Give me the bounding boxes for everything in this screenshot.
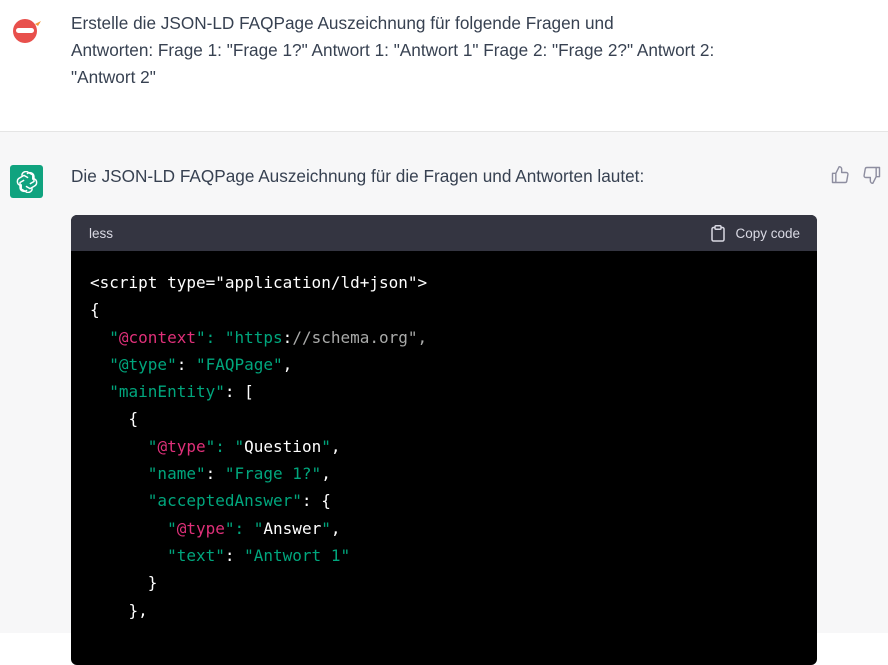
code-token: },	[90, 600, 148, 620]
code-token: "	[321, 518, 331, 538]
openai-logo-icon	[16, 170, 37, 193]
code-token: "	[147, 436, 158, 456]
thumbs-up-button[interactable]	[830, 165, 850, 185]
code-line: {	[90, 405, 817, 432]
code-token: "text"	[167, 545, 225, 565]
code-token: "Antwort 1"	[244, 545, 351, 565]
code-token: "FAQPage"	[195, 354, 283, 374]
code-token: ": "	[205, 436, 245, 456]
clipboard-icon	[711, 224, 726, 242]
code-line: }	[90, 569, 817, 596]
code-token: "acceptedAnswer"	[147, 491, 302, 511]
code-token: : [	[224, 382, 254, 402]
code-token: ,	[330, 436, 341, 456]
code-token: ": "https	[195, 327, 283, 347]
code-token: //schema.org",	[292, 327, 428, 347]
code-token: :	[176, 354, 196, 374]
code-line: },	[90, 597, 817, 624]
code-token: "@type"	[109, 354, 177, 374]
code-token: @type	[157, 436, 206, 456]
code-token: Answer	[263, 518, 322, 538]
code-line: "@type": "FAQPage",	[90, 351, 817, 378]
code-line: <script type="application/ld+json">	[90, 269, 817, 296]
code-token: <script type="application/ld+json">	[90, 273, 428, 292]
code-token: }	[90, 573, 158, 593]
code-line: {	[90, 296, 817, 323]
code-line: "name": "Frage 1?",	[90, 460, 817, 487]
code-token: {	[90, 300, 100, 320]
code-token: @type	[176, 518, 225, 538]
code-line: "text": "Antwort 1"	[90, 542, 817, 569]
code-token: :	[282, 327, 293, 347]
code-line: "mainEntity": [	[90, 378, 817, 405]
code-token: ": "	[224, 518, 264, 538]
code-token: "name"	[147, 464, 206, 484]
code-token: :	[224, 545, 245, 565]
user-message-row: Erstelle die JSON-LD FAQPage Auszeichnun…	[0, 0, 888, 132]
copy-code-label: Copy code	[735, 225, 800, 241]
code-token: @context	[118, 327, 196, 347]
code-token: {	[90, 409, 139, 429]
code-block-header: less Copy code	[71, 215, 817, 251]
code-token: "Frage 1?"	[224, 464, 322, 484]
thumbs-down-button[interactable]	[862, 165, 882, 185]
code-line: "@type": "Question",	[90, 433, 817, 460]
code-token: : {	[301, 491, 331, 511]
code-line: "@type": "Answer",	[90, 515, 817, 542]
code-language-label: less	[89, 225, 114, 241]
user-avatar	[10, 14, 42, 46]
thumbs-down-icon	[863, 166, 881, 185]
assistant-intro-text: Die JSON-LD FAQPage Auszeichnung für die…	[71, 166, 645, 186]
code-token: ,	[330, 518, 341, 538]
thumbs-up-icon	[831, 165, 849, 184]
code-token: "	[321, 436, 331, 456]
user-avatar-icon	[13, 19, 41, 43]
copy-code-button[interactable]: Copy code	[710, 224, 800, 242]
user-message-text: Erstelle die JSON-LD FAQPage Auszeichnun…	[71, 13, 715, 87]
code-line: "@context": "https://schema.org",	[90, 324, 817, 351]
chatgpt-avatar	[10, 165, 43, 198]
code-token: "mainEntity"	[109, 382, 225, 402]
code-content[interactable]: <script type="application/ld+json">{ "@c…	[71, 251, 817, 624]
code-token: "	[109, 327, 119, 347]
assistant-message-row: Die JSON-LD FAQPage Auszeichnung für die…	[0, 132, 888, 665]
code-token: "	[167, 518, 177, 538]
code-line: "acceptedAnswer": {	[90, 487, 817, 514]
code-token: Question	[244, 436, 322, 456]
code-token: ,	[321, 464, 331, 484]
code-token: :	[205, 464, 225, 484]
code-block: less Copy code <script type="application…	[71, 215, 817, 665]
code-token: ,	[282, 354, 293, 374]
